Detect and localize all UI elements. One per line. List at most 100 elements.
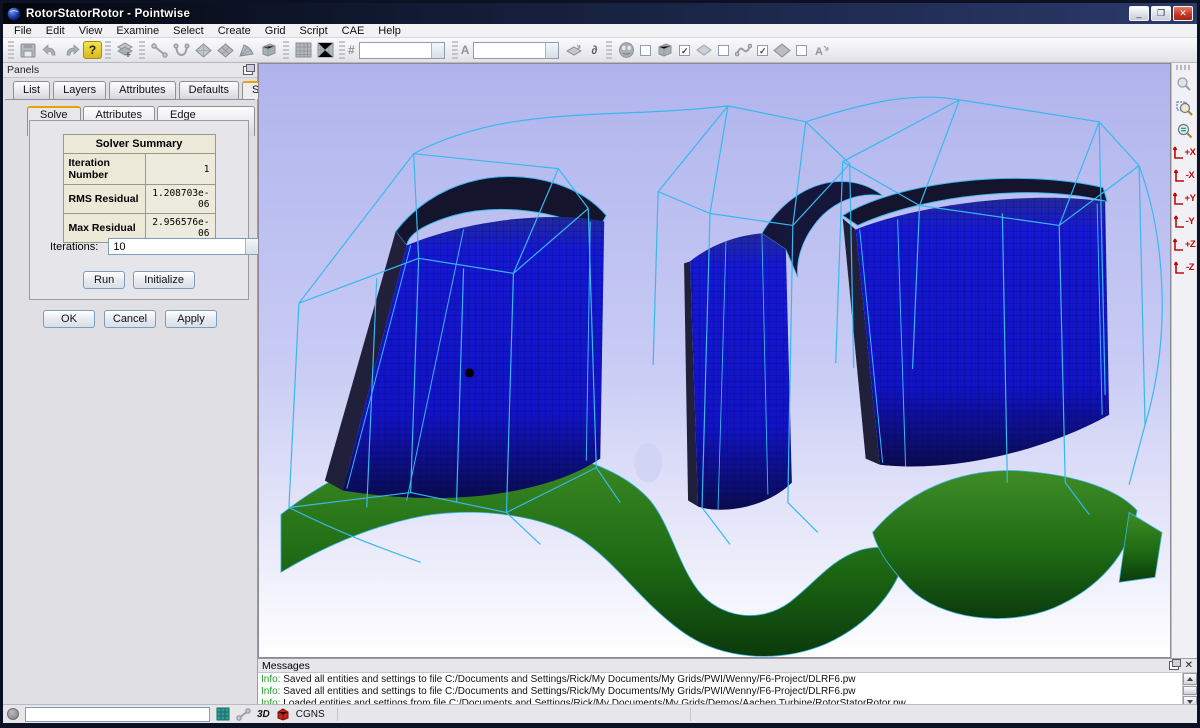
cae-format-label: CGNS <box>296 709 325 720</box>
create-curve-icon[interactable] <box>170 40 192 61</box>
structured-grid-icon[interactable] <box>292 40 314 61</box>
toolbar-drag-handle[interactable] <box>105 41 111 59</box>
menu-examine[interactable]: Examine <box>109 25 166 37</box>
zoom-icon[interactable] <box>1173 73 1195 95</box>
mask-icon[interactable] <box>615 40 637 61</box>
dimension-combobox[interactable] <box>359 42 445 59</box>
rms-residual-value: 1.208703e-06 <box>145 185 215 214</box>
save-icon[interactable] <box>17 40 39 61</box>
scroll-up-icon[interactable] <box>1183 673 1197 685</box>
menu-view[interactable]: View <box>72 25 110 37</box>
tab-layers[interactable]: Layers <box>53 81 106 99</box>
minimize-button[interactable]: _ <box>1129 6 1149 21</box>
undo-icon[interactable] <box>39 40 61 61</box>
view-minus-y-button[interactable]: -Y <box>1172 211 1196 232</box>
turbine-grid-scene <box>259 64 1170 657</box>
float-messages-icon[interactable] <box>1169 661 1179 670</box>
panels-dock: Panels List Layers Attributes Defaults S… <box>3 63 258 704</box>
connectors-toggle-icon[interactable] <box>732 40 754 61</box>
toolbar-drag-handle[interactable] <box>452 41 458 59</box>
view-minus-z-button[interactable]: -Z <box>1172 257 1196 278</box>
close-messages-icon[interactable]: ✕ <box>1185 661 1193 671</box>
initialize-button[interactable]: Initialize <box>133 271 195 289</box>
run-button[interactable]: Run <box>83 271 125 289</box>
close-button[interactable]: ✕ <box>1173 6 1193 21</box>
connector-status-icon[interactable] <box>236 708 251 721</box>
statusbar-separator <box>337 708 338 721</box>
partial-derivative-icon[interactable]: ∂ <box>591 43 597 57</box>
spacing-combobox[interactable] <box>473 42 559 59</box>
create-unstructured-domain-icon[interactable] <box>214 40 236 61</box>
show-connectors-checkbox[interactable] <box>718 45 729 56</box>
spacings-toggle-icon[interactable]: A <box>810 40 832 61</box>
apply-button[interactable]: Apply <box>165 310 217 328</box>
menu-select[interactable]: Select <box>166 25 211 37</box>
scroll-thumb[interactable] <box>1183 686 1197 695</box>
dimension-dropdown-icon[interactable] <box>431 43 444 58</box>
menu-create[interactable]: Create <box>211 25 258 37</box>
zoom-to-fit-icon[interactable] <box>1173 96 1195 118</box>
float-panel-icon[interactable] <box>243 66 253 75</box>
right-column: +X -X +Y -Y <box>258 63 1197 704</box>
iterations-combobox[interactable]: 10 <box>108 238 260 255</box>
restore-button[interactable]: ❐ <box>1151 6 1171 21</box>
unstructured-grid-icon[interactable] <box>314 40 336 61</box>
toolbar-drag-handle[interactable] <box>1176 65 1192 70</box>
menu-help[interactable]: Help <box>371 25 408 37</box>
run-row: Run Initialize <box>30 271 248 289</box>
spacing-dropdown-icon[interactable] <box>545 43 558 58</box>
cancel-button[interactable]: Cancel <box>104 310 156 328</box>
view-row: +X -X +Y -Y <box>258 63 1197 658</box>
zoom-reset-icon[interactable] <box>1173 119 1195 141</box>
create-domain-icon[interactable] <box>192 40 214 61</box>
main-toolbar: ? # <box>3 38 1197 63</box>
grid-mode-icon[interactable] <box>216 707 230 721</box>
solver-summary-table: Solver Summary Iteration Number 1 RMS Re… <box>63 134 216 243</box>
3d-viewport[interactable] <box>258 63 1171 658</box>
show-database-checkbox[interactable]: ✓ <box>757 45 768 56</box>
toolbar-drag-handle[interactable] <box>139 41 145 59</box>
menu-script[interactable]: Script <box>293 25 335 37</box>
ok-button[interactable]: OK <box>43 310 95 328</box>
iteration-number-label: Iteration Number <box>63 154 145 185</box>
panels-title: Panels <box>7 64 39 76</box>
show-domains-checkbox[interactable]: ✓ <box>679 45 690 56</box>
view-minus-x-button[interactable]: -X <box>1172 165 1196 186</box>
show-spacings-checkbox[interactable] <box>796 45 807 56</box>
blade-right <box>843 178 1109 466</box>
window-title: RotorStatorRotor - Pointwise <box>26 8 1127 20</box>
tab-attributes[interactable]: Attributes <box>109 81 175 99</box>
toolbar-drag-handle[interactable] <box>339 41 345 59</box>
view-plus-x-button[interactable]: +X <box>1172 142 1196 163</box>
cae-solver-icon <box>276 707 290 721</box>
toolbar-drag-handle[interactable] <box>8 41 14 59</box>
menu-file[interactable]: File <box>7 25 39 37</box>
menu-edit[interactable]: Edit <box>39 25 72 37</box>
status-indicator-icon <box>7 708 19 720</box>
show-blocks-checkbox[interactable] <box>640 45 651 56</box>
menu-cae[interactable]: CAE <box>335 25 372 37</box>
tab-list[interactable]: List <box>13 81 50 99</box>
view-plus-z-button[interactable]: +Z <box>1172 234 1196 255</box>
project-icon[interactable] <box>563 40 585 61</box>
menu-grid[interactable]: Grid <box>258 25 293 37</box>
blocks-toggle-icon[interactable] <box>654 40 676 61</box>
extrude-icon[interactable] <box>236 40 258 61</box>
iterations-row: Iterations: 10 <box>50 238 260 255</box>
create-connector-icon[interactable] <box>148 40 170 61</box>
table-row: Iteration Number 1 <box>63 154 215 185</box>
layer-add-icon[interactable] <box>114 40 136 61</box>
help-icon[interactable]: ? <box>83 41 102 59</box>
toolbar-drag-handle[interactable] <box>606 41 612 59</box>
status-input[interactable] <box>25 707 210 722</box>
view-plus-y-button[interactable]: +Y <box>1172 188 1196 209</box>
tab-defaults[interactable]: Defaults <box>179 81 239 99</box>
redo-icon[interactable] <box>61 40 83 61</box>
iterations-dropdown-icon[interactable] <box>245 239 259 254</box>
pointwise-logo-icon <box>7 7 21 21</box>
domains-toggle-icon[interactable] <box>693 40 715 61</box>
create-block-icon[interactable] <box>258 40 280 61</box>
view-toolbar: +X -X +Y -Y <box>1171 63 1196 658</box>
toolbar-drag-handle[interactable] <box>283 41 289 59</box>
database-toggle-icon[interactable] <box>771 40 793 61</box>
